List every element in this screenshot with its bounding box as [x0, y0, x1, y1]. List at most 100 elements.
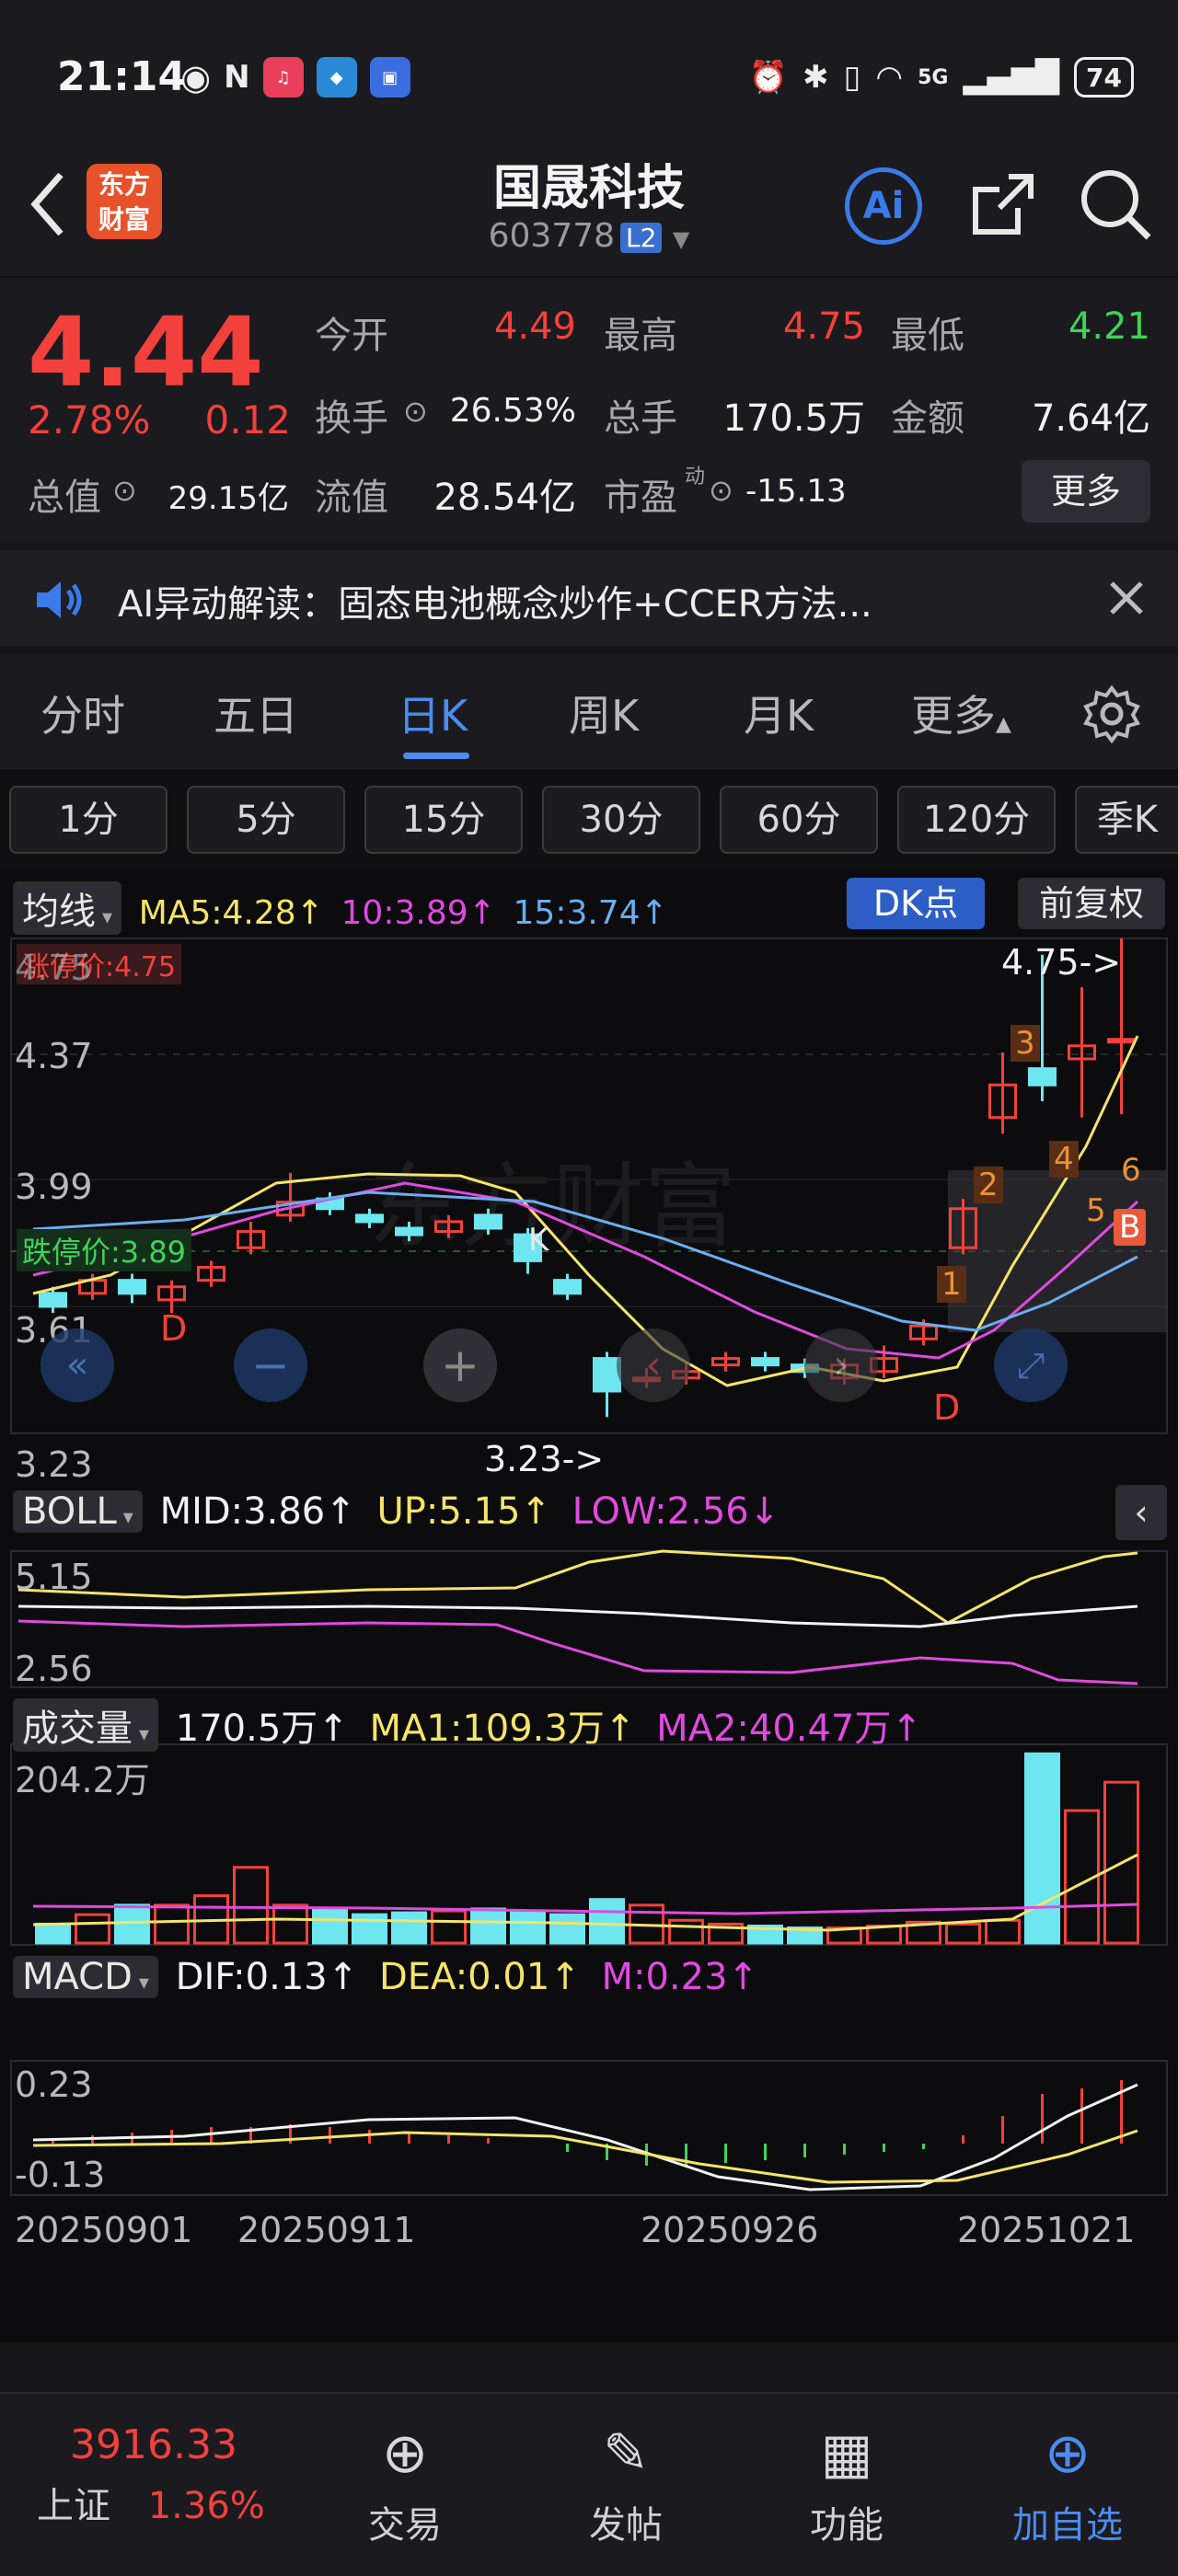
volume-label: 总手	[604, 397, 677, 440]
scroll-left-button[interactable]: «	[40, 1328, 114, 1402]
signal-d-label: D	[933, 1387, 961, 1428]
nav-add-watchlist-label: 加自选	[1012, 2504, 1123, 2547]
volume-ma1: MA1:109.3万↑	[369, 1708, 636, 1750]
change-percent: 2.78%	[28, 397, 151, 443]
chart-tabs: 分时 五日 日K 周K 月K 更多▲	[0, 655, 1178, 769]
candle-body	[355, 1213, 384, 1224]
battery-icon: 74	[1074, 57, 1134, 98]
index-name: 上证	[37, 2485, 110, 2527]
candle-body	[474, 1213, 502, 1230]
marker-5: 5	[1086, 1192, 1106, 1229]
triangle-up-icon: ▲	[996, 713, 1011, 736]
period-30min[interactable]: 30分	[542, 786, 700, 854]
boll-legend-row: BOLL ▾ MID:3.86↑ UP:5.15↑ LOW:2.56↓	[13, 1490, 780, 1533]
info-icon[interactable]: ⊙	[709, 473, 733, 508]
chart-area: 均线 ▾ MA5:4.28↑ 10:3.89↑ 15:3.74↑ DK点 前复权…	[0, 870, 1178, 2342]
open-label: 今开	[315, 315, 388, 357]
share-icon[interactable]	[966, 167, 1040, 245]
collapse-panel-button[interactable]: ‹	[1115, 1485, 1167, 1540]
info-icon[interactable]: ⊙	[112, 473, 137, 508]
period-1min[interactable]: 1分	[9, 786, 167, 854]
status-bar: 21:14 ◉ N ♫ ◆ ▣ ⏰ ✱ ▯ ◠ 5G ▂▄▆█ 74	[0, 0, 1178, 138]
volume-bar	[985, 1918, 1021, 1945]
tab-timeshare[interactable]: 分时	[40, 683, 125, 743]
min-price-marker: 3.23->	[484, 1439, 605, 1479]
prev-button[interactable]: ‹	[617, 1328, 690, 1402]
volume-selector-button[interactable]: 成交量 ▾	[13, 1698, 159, 1752]
tab-more[interactable]: 更多▲	[911, 683, 1011, 743]
fullscreen-button[interactable]: ⤢	[994, 1328, 1068, 1402]
macd-selector-label: MACD	[22, 1956, 133, 1998]
chevron-down-icon: ▾	[133, 1723, 150, 1746]
close-icon[interactable]	[1108, 580, 1145, 620]
volume-group	[32, 1752, 1139, 1945]
volume-bar	[549, 1913, 585, 1945]
y-axis-top: 4.75	[15, 948, 93, 988]
boll-selector-button[interactable]: BOLL ▾	[13, 1490, 143, 1533]
more-button[interactable]: 更多	[1022, 460, 1150, 523]
period-120min[interactable]: 120分	[897, 786, 1056, 854]
marker-1: 1	[937, 1266, 966, 1303]
stock-header: 东方 财富 国晟科技 603778 L2 ▼ Ai	[0, 138, 1178, 276]
nav-functions[interactable]: ▦ 功能	[755, 2394, 939, 2548]
zoom-out-button[interactable]: −	[234, 1328, 307, 1402]
add-circle-icon: ⊕	[1044, 2421, 1091, 2486]
candle-body	[1107, 1038, 1136, 1044]
volume-bar	[668, 1918, 704, 1945]
period-15min[interactable]: 15分	[364, 786, 523, 854]
active-tab-indicator	[403, 753, 469, 759]
haiyang-app-icon: ◆	[316, 57, 357, 98]
nav-functions-label: 功能	[810, 2504, 884, 2547]
macd-dea: DEA:0.01↑	[378, 1956, 581, 1998]
macd-selector-button[interactable]: MACD ▾	[13, 1956, 158, 1998]
boll-panel-border	[10, 1550, 1168, 1688]
chevron-down-icon: ▾	[132, 1972, 149, 1995]
volume-bar	[233, 1866, 269, 1945]
volume-bar	[75, 1913, 110, 1945]
tab-monthly-k[interactable]: 月K	[744, 683, 814, 743]
macd-dif-line	[32, 2083, 1138, 2191]
nav-add-watchlist[interactable]: ⊕ 加自选	[976, 2394, 1160, 2548]
y-axis-2: 4.37	[15, 1036, 93, 1076]
tab-daily-k[interactable]: 日K	[398, 683, 468, 743]
volume-bar	[945, 1922, 981, 1945]
zoom-in-button[interactable]: +	[423, 1328, 497, 1402]
boll-y-top: 5.15	[15, 1557, 93, 1597]
next-button[interactable]: ›	[804, 1328, 878, 1402]
tab-five-day[interactable]: 五日	[214, 683, 298, 743]
period-quarter-k[interactable]: 季K	[1075, 786, 1178, 854]
volume-ma2: MA2:40.47万↑	[656, 1708, 922, 1750]
volume-bar	[154, 1903, 190, 1945]
ai-banner[interactable]: AI异动解读：固态电池概念炒作+CCER方法...	[0, 550, 1178, 646]
nfc-icon: N	[224, 59, 250, 96]
period-5min[interactable]: 5分	[187, 786, 345, 854]
grid-icon: ▦	[820, 2421, 873, 2486]
stock-code: 603778	[488, 217, 616, 255]
kline-chart[interactable]: 东方财富	[0, 870, 1178, 2342]
boll-mid-line	[17, 1604, 1138, 1628]
info-icon[interactable]: ⊙	[403, 394, 428, 429]
pe-label: 市盈	[604, 477, 677, 519]
float-mv-label: 流值	[315, 477, 388, 519]
search-icon[interactable]	[1077, 166, 1154, 247]
volume-value: 170.5万	[722, 397, 865, 440]
status-time: 21:14	[57, 53, 187, 100]
ai-button[interactable]: Ai	[845, 167, 922, 245]
volume-bar	[391, 1911, 427, 1945]
high-label: 最高	[604, 315, 677, 357]
nav-post[interactable]: ✎ 发帖	[534, 2394, 718, 2548]
period-selector: 1分 5分 15分 30分 60分 120分 季K	[0, 769, 1178, 870]
volume-bar	[272, 1903, 308, 1945]
volume-legend: 成交量 ▾ 170.5万↑ MA1:109.3万↑ MA2:40.47万↑	[13, 1698, 922, 1752]
nav-trade[interactable]: ⊕ 交易	[313, 2394, 497, 2548]
period-60min[interactable]: 60分	[720, 786, 878, 854]
index-ticker[interactable]: 3916.33 上证 1.36%	[37, 2421, 313, 2529]
edit-icon: ✎	[602, 2421, 650, 2486]
signal-k-label: K	[528, 1222, 549, 1259]
bottom-nav: 3916.33 上证 1.36% ⊕ 交易 ✎ 发帖 ▦ 功能 ⊕ 加自选	[0, 2392, 1178, 2576]
tab-weekly-k[interactable]: 周K	[569, 683, 639, 743]
settings-icon[interactable]	[1082, 684, 1141, 747]
macd-y-top: 0.23	[15, 2064, 93, 2105]
chevron-down-icon: ▾	[116, 1506, 133, 1529]
volume-bar	[431, 1909, 467, 1945]
